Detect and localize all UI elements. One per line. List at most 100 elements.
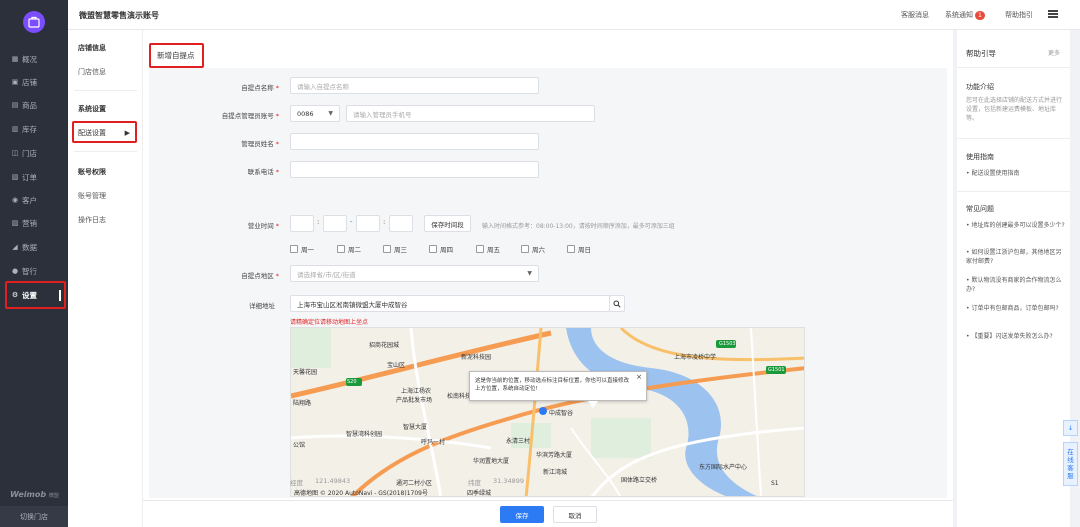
address-label: 详细地址 [249, 302, 275, 310]
highlight-box-settings [5, 281, 66, 309]
subnav-item-log[interactable]: 操作日志 [78, 215, 106, 225]
longitude-label: 经度 [290, 479, 303, 487]
weekday-checkbox-tue[interactable]: 周二 [337, 244, 361, 254]
end-minute-input[interactable] [389, 215, 413, 232]
system-notice-link[interactable]: 系统通知 1 [945, 10, 985, 20]
weekday-label: 周一 [301, 246, 314, 254]
help-faq-link[interactable]: • 订单中有包邮商品，订单包邮吗? [966, 304, 1066, 313]
subnav-item-store-info[interactable]: 门店信息 [78, 67, 106, 77]
subnav-divider [74, 90, 137, 91]
required-mark: * [275, 112, 279, 120]
app-logo[interactable] [23, 11, 45, 33]
help-faq-link[interactable]: • 【重要】闪送发单失败怎么办? [966, 332, 1066, 341]
orders-icon: ▧ [11, 173, 19, 181]
notice-badge: 1 [975, 11, 985, 20]
required-mark: * [275, 84, 279, 92]
help-faq-link[interactable]: • 默认物流没有商家的合作物流怎么办? [966, 276, 1066, 294]
online-service-tab[interactable]: 在线客服 [1063, 442, 1078, 486]
store-icon: ◫ [11, 149, 19, 157]
pickup-name-input[interactable]: 请输入自提点名称 [290, 77, 539, 94]
sidebar-item-inventory[interactable]: ▥ 库存 [0, 119, 68, 139]
weekday-checkbox-mon[interactable]: 周一 [290, 244, 314, 254]
help-guide-link[interactable]: 帮助指引 [1005, 10, 1033, 20]
map-place-label: 公馆 [293, 442, 306, 449]
checkbox-box [476, 245, 484, 253]
map-copyright: 高德地图 © 2020 AutoNavi - GS(2018)1709号 [294, 490, 428, 497]
name-label: 自提点名称 * [149, 82, 279, 92]
service-message-link[interactable]: 客服消息 [901, 10, 929, 20]
weekday-checkbox-sat[interactable]: 周六 [521, 244, 545, 254]
help-guide-link[interactable]: • 配送设置使用指南 [966, 169, 1066, 178]
subnav-item-account[interactable]: 账号管理 [78, 191, 106, 201]
region-placeholder: 请选择省/市/区/街道 [297, 270, 356, 279]
download-icon[interactable]: ↓ [1063, 420, 1078, 436]
country-code-value: 0086 [297, 109, 314, 118]
highlight-box-delivery [72, 121, 137, 143]
popup-tail [588, 401, 598, 408]
colon-separator: : [383, 218, 386, 226]
sidebar-item-orders[interactable]: ▧ 订单 [0, 167, 68, 187]
sidebar-item-data[interactable]: ◢ 数据 [0, 237, 68, 257]
weekday-checkbox-sun[interactable]: 周日 [567, 244, 591, 254]
weekday-label: 周五 [487, 246, 500, 254]
admin-name-label-text: 管理员姓名 [241, 140, 274, 148]
address-input[interactable]: 上海市宝山区淞南镇微盟大厦中成智谷 [290, 295, 610, 312]
weekday-checkbox-fri[interactable]: 周五 [476, 244, 500, 254]
top-header: 微盟智慧零售演示账号 客服消息 系统通知 1 帮助指引 [68, 0, 1080, 30]
country-code-select[interactable]: 0086 ▼ [290, 105, 340, 122]
map-road-label: S1 [771, 480, 779, 487]
address-warning: 请精确定位请移动地图上坐点 [290, 319, 369, 326]
checkbox-box [383, 245, 391, 253]
subnav-group-store: 店铺信息 [78, 44, 106, 52]
search-icon[interactable] [609, 295, 625, 312]
popup-text: 这是你当前的位置，移动选点标注目标位置，你也可以直接修改上方位置，系统自动定位! [475, 378, 630, 392]
admin-phone-input[interactable]: 请输入管理员手机号 [346, 105, 595, 122]
sidebar-item-label: 客户 [22, 195, 37, 205]
sidebar-item-label: 商品 [22, 100, 37, 110]
map-road-badge: G1503 [719, 341, 736, 347]
save-button[interactable]: 保存 [500, 506, 544, 523]
hours-hint: 输入时间格式参考：08:00-13:00，请按时间顺序添加，最多可添加三组 [482, 223, 675, 230]
weekday-checkbox-thu[interactable]: 周四 [429, 244, 453, 254]
sidebar-item-label: 数据 [22, 242, 37, 252]
start-minute-input[interactable] [323, 215, 347, 232]
contact-label-text: 联系电话 [247, 168, 274, 176]
sidebar-item-marketing[interactable]: ▨ 营销 [0, 213, 68, 233]
sidebar-item-customers[interactable]: ◉ 客户 [0, 190, 68, 210]
admin-name-input[interactable] [290, 133, 539, 150]
checkbox-box [290, 245, 298, 253]
help-faq-link[interactable]: • 地址库的创建最多可以设置多少个? [966, 221, 1066, 230]
sidebar-item-shop[interactable]: ▣ 店铺 [0, 72, 68, 92]
save-hours-button[interactable]: 保存时间段 [424, 215, 471, 232]
location-map[interactable]: 招商花园城 新泥科技园 上海市凌桥中学 天馨花园 上海江杨农 产品批发市场 松南… [290, 327, 805, 497]
weekday-label: 周二 [348, 246, 361, 254]
sidebar-item-store[interactable]: ◫ 门店 [0, 143, 68, 163]
switch-store-button[interactable]: 切换门店 [0, 506, 68, 527]
map-place-label: 智慧湾科创园 [346, 431, 383, 438]
sidebar-item-goods[interactable]: ▤ 商品 [0, 95, 68, 115]
start-hour-input[interactable] [290, 215, 314, 232]
weekday-label: 周六 [532, 246, 545, 254]
help-faq-link[interactable]: • 如何设置江浙沪包邮，其他地区另家付邮费? [966, 248, 1066, 266]
sidebar-item-smart[interactable]: ● 智行 [0, 261, 68, 281]
menu-icon[interactable] [1048, 10, 1058, 18]
help-divider [957, 138, 1070, 139]
cancel-button[interactable]: 取消 [553, 506, 597, 523]
latitude-value: 31.34899 [493, 477, 525, 485]
contact-phone-input[interactable] [290, 161, 539, 178]
sidebar-item-label: 订单 [22, 172, 37, 182]
help-more-link[interactable]: 更多 [1048, 48, 1060, 57]
close-icon[interactable]: × [636, 373, 642, 381]
map-place-label: 华滨芳路大厦 [536, 452, 573, 459]
map-place-label: 国体路立交桥 [621, 477, 658, 484]
end-hour-input[interactable] [356, 215, 380, 232]
highlight-box-title [149, 43, 204, 68]
dash-separator: - [350, 218, 353, 226]
region-label: 自提点地区 * [149, 270, 279, 280]
map-road-label: 陆翔路 [293, 400, 312, 407]
weekday-checkbox-wed[interactable]: 周三 [383, 244, 407, 254]
sidebar-item-overview[interactable]: ▦ 概况 [0, 49, 68, 69]
chevron-down-icon: ▼ [328, 110, 333, 117]
map-place-label: 华润置地大厦 [473, 458, 510, 465]
region-select[interactable]: 请选择省/市/区/街道 ▼ [290, 265, 539, 282]
